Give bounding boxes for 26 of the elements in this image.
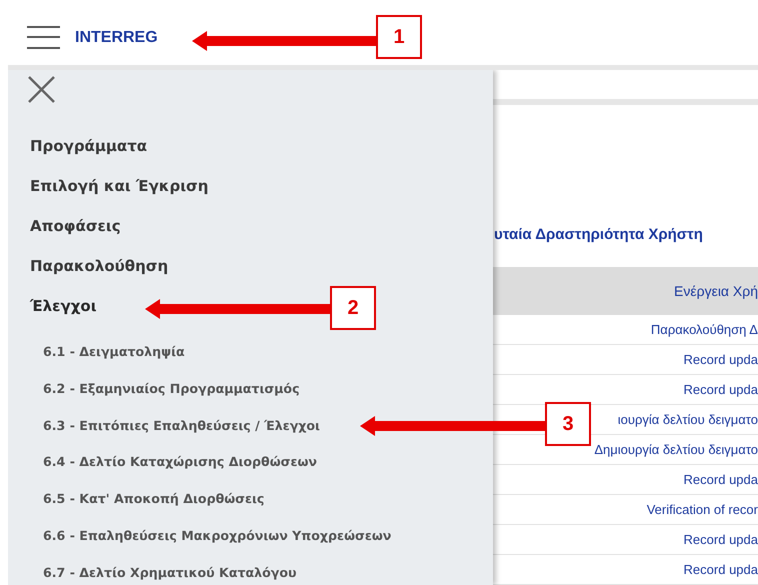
submenu-item[interactable]: 6.3 - Επιτόπιες Επαληθεύσεις / Έλεγχοι <box>8 408 320 444</box>
callout-number: 3 <box>545 402 591 446</box>
table-cell: Παρακολούθηση Δ <box>493 315 758 345</box>
table-cell: Record upda <box>493 525 758 555</box>
callout-number: 1 <box>376 15 422 59</box>
callout-number: 2 <box>330 286 376 330</box>
table-cell: Record upda <box>493 345 758 375</box>
menu-item[interactable]: Προγράμματα <box>8 126 148 166</box>
submenu-item[interactable]: 6.1 - Δειγματοληψία <box>8 334 185 371</box>
brand-link[interactable]: INTERREG <box>75 28 158 46</box>
menu-item[interactable]: Επιλογή και Έγκριση <box>8 166 208 206</box>
table-cell: Record upda <box>493 465 758 495</box>
column-header: Ενέργεια Χρή <box>493 267 758 315</box>
submenu-item[interactable]: 6.6 - Επαληθεύσεις Μακροχρόνιων Υποχρεώσεων <box>8 518 392 555</box>
close-button[interactable] <box>28 76 55 103</box>
menu-item[interactable]: Αποφάσεις <box>8 206 121 246</box>
submenu-item[interactable]: 6.7 - Δελτίο Χρηματικού Καταλόγου <box>8 554 297 585</box>
menu-item[interactable]: Παρακολούθηση <box>8 246 168 286</box>
table-cell: Verification of recor <box>493 495 758 525</box>
menu-icon[interactable] <box>27 26 60 49</box>
submenu-item[interactable]: 6.4 - Δελτίο Καταχώρισης Διορθώσεων <box>8 444 317 482</box>
section-title: υταία Δραστηριότητα Χρήστη <box>493 226 704 243</box>
table-cell: Record upda <box>493 555 758 585</box>
menu-item[interactable]: Έλεγχοι <box>8 286 97 326</box>
submenu-item[interactable]: 6.5 - Κατ' Αποκοπή Διορθώσεις <box>8 481 264 518</box>
submenu-item[interactable]: 6.2 - Εξαμηνιαίος Προγραμματισμός <box>8 370 300 408</box>
